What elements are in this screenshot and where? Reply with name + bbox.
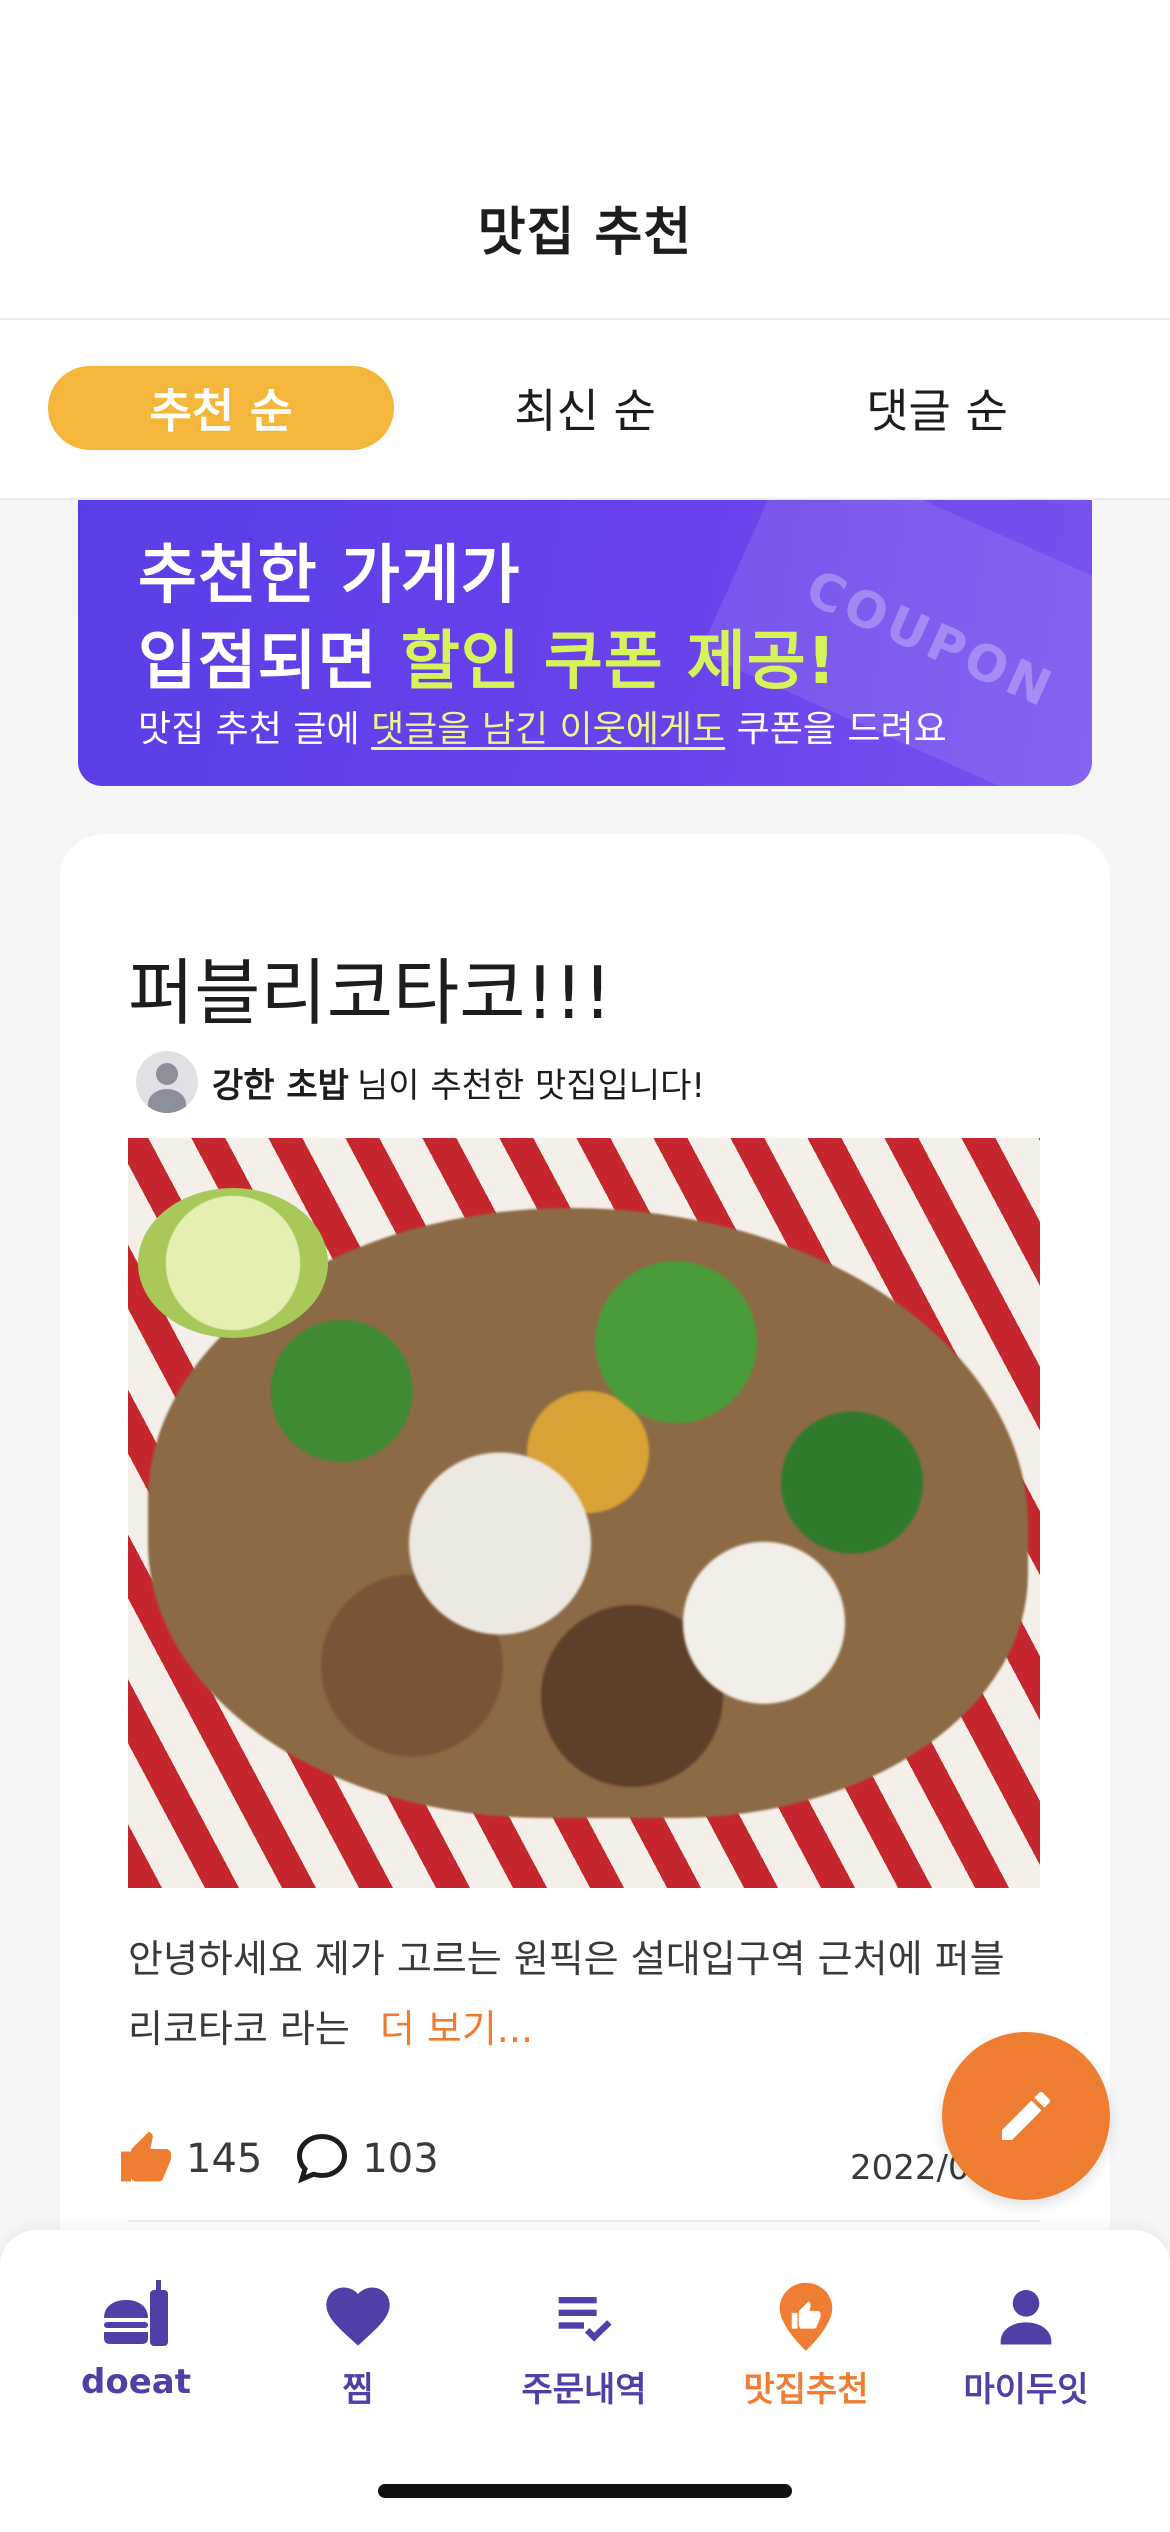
nav-label: 마이두잇: [963, 2370, 1089, 2410]
thumb-up-pin-icon: [779, 2282, 833, 2351]
nav-item-orders[interactable]: 주문내역: [484, 2278, 684, 2428]
tab-sort-latest[interactable]: 최신 순: [412, 366, 758, 450]
person-icon: [1000, 2290, 1052, 2345]
app-header: 맛집 추천: [0, 0, 1170, 318]
like-count: 145: [186, 2136, 263, 2182]
nav-item-favorites[interactable]: 찜: [258, 2278, 458, 2428]
nav-item-recommend[interactable]: 맛집추천: [706, 2278, 906, 2428]
banner-subtext-prefix: 맛집 추천 글에: [138, 709, 372, 750]
recommend-screen: 맛집 추천 추천 순 최신 순 댓글 순 COUPON 추천한 가게가 입점되면…: [0, 0, 1170, 2532]
banner-highlight: 할인 쿠폰 제공!: [400, 625, 837, 699]
comment-icon[interactable]: [292, 2129, 352, 2189]
lime-wedge: [138, 1188, 328, 1338]
order-list-icon: [558, 2297, 612, 2342]
nav-item-doeat[interactable]: doeat: [36, 2278, 236, 2428]
banner-headline-prefix: 입점되면: [138, 625, 401, 699]
page-title: 맛집 추천: [477, 203, 693, 263]
tab-sort-comments[interactable]: 댓글 순: [764, 366, 1110, 450]
sort-tabs: 추천 순 최신 순 댓글 순: [0, 320, 1170, 498]
home-indicator: [378, 2484, 792, 2498]
banner-subtext-underline: 댓글을 남긴 이웃에게도: [371, 709, 726, 750]
banner-subtext: 맛집 추천 글에 댓글을 남긴 이웃에게도 쿠폰을 드려요: [138, 700, 947, 752]
nav-label: 주문내역: [521, 2370, 647, 2410]
banner-subtext-suffix: 쿠폰을 드려요: [725, 709, 947, 750]
author-suffix: 님이 추천한 맛집입니다!: [356, 1065, 706, 1106]
tab-label: 최신 순: [514, 384, 656, 438]
tab-sort-recommend[interactable]: 추천 순: [48, 366, 394, 450]
tab-label: 추천 순: [149, 384, 293, 438]
card-divider: [128, 2220, 1040, 2222]
excerpt-line-1: 안녕하세요 제가 고르는 원픽은 설대입구역 근처에 퍼블: [128, 1937, 1005, 1981]
banner-headline-line2: 입점되면 할인 쿠폰 제공!: [138, 610, 837, 702]
burger-drink-icon: [104, 2280, 168, 2346]
avatar: [136, 1051, 198, 1113]
post-title: 퍼블리코타코!!!: [128, 951, 613, 1035]
banner-headline-line1: 추천한 가게가: [138, 539, 521, 613]
heart-icon: [326, 2287, 390, 2346]
post-excerpt: 안녕하세요 제가 고르는 원픽은 설대입구역 근처에 퍼블 리코타코 라는 더 보…: [128, 1924, 1040, 2064]
excerpt-line-2: 리코타코 라는 더 보기...: [128, 1994, 1040, 2064]
comment-count: 103: [362, 2136, 439, 2182]
author-row: 강한 초밥 님이 추천한 맛집입니다!: [136, 1050, 705, 1114]
write-post-button[interactable]: [942, 2032, 1110, 2200]
excerpt-line-2-text: 리코타코 라는: [128, 2007, 350, 2051]
thumb-up-icon[interactable]: [116, 2129, 176, 2189]
food-photo[interactable]: [128, 1138, 1040, 1888]
more-link[interactable]: 더 보기...: [380, 2007, 533, 2051]
nav-label: doeat: [81, 2362, 191, 2402]
author-name: 강한 초밥: [212, 1065, 349, 1106]
pencil-icon: [1002, 2091, 1050, 2140]
stats-row: 145 103: [116, 2124, 469, 2194]
nav-label: 찜: [342, 2370, 374, 2410]
nav-item-mypage[interactable]: 마이두잇: [926, 2278, 1126, 2428]
tab-label: 댓글 순: [866, 384, 1008, 438]
coupon-banner[interactable]: COUPON 추천한 가게가 입점되면 할인 쿠폰 제공! 맛집 추천 글에 댓…: [78, 500, 1092, 786]
nav-label: 맛집추천: [743, 2370, 869, 2410]
